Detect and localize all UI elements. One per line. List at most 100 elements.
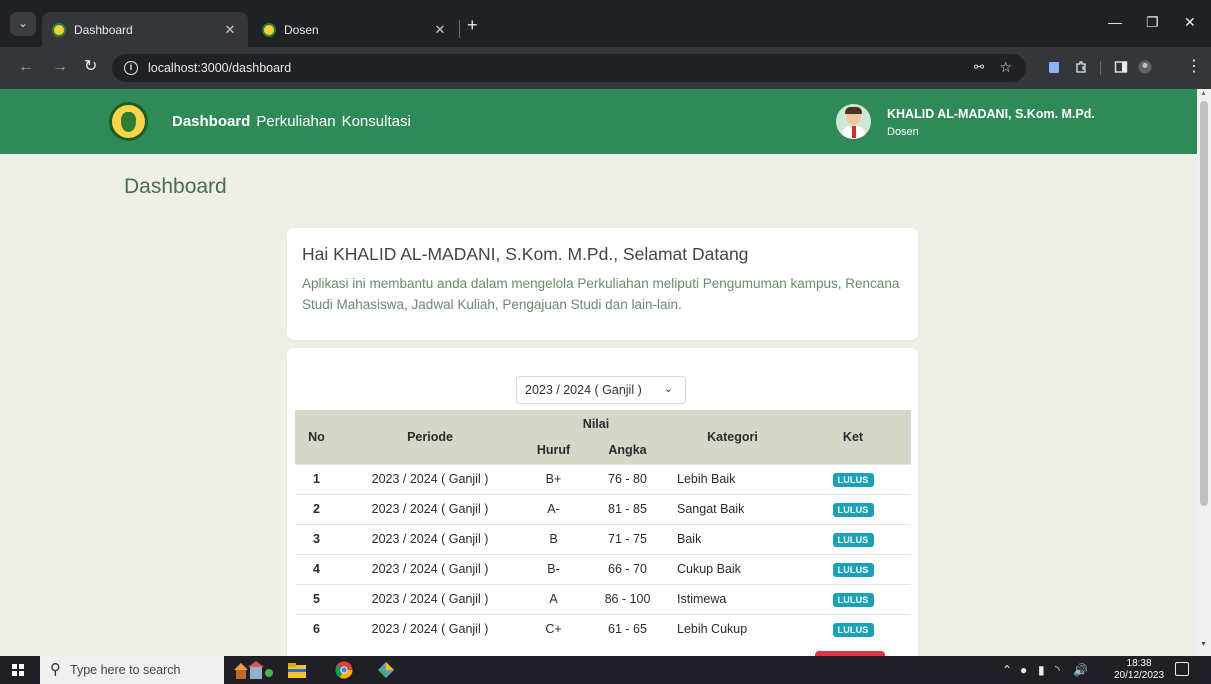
table-row: 6 2023 / 2024 ( Ganjil ) C+ 61 - 65 Lebi… xyxy=(295,613,911,644)
nav-konsultasi[interactable]: Konsultasi xyxy=(342,113,411,130)
bookmark-star-icon[interactable]: ☆ xyxy=(999,59,1012,76)
weather-widget-icon[interactable] xyxy=(232,661,274,679)
header-periode: Periode xyxy=(338,410,522,464)
favicon-icon xyxy=(262,22,276,37)
avatar-hair xyxy=(845,107,862,114)
cell-huruf: C+ xyxy=(522,613,585,644)
user-name[interactable]: KHALID AL-MADANI, S.Kom. M.Pd. xyxy=(887,107,1095,121)
forward-icon[interactable]: → xyxy=(52,59,68,75)
grades-table: No Periode Nilai Kategori Ket Huruf Angk… xyxy=(295,410,911,644)
favicon-icon xyxy=(52,22,66,37)
minimize-icon[interactable]: — xyxy=(1108,14,1122,30)
taskbar: ⚲ Type here to search ⌃ ● ▮ ◝ 🔊 18:38 20… xyxy=(0,656,1211,684)
site-info-icon[interactable]: i xyxy=(124,61,138,75)
tab-search-button[interactable]: ⌄ xyxy=(10,12,36,36)
header-ket: Ket xyxy=(795,410,911,464)
page-title: Dashboard xyxy=(124,175,227,198)
clock-date: 20/12/2023 xyxy=(1114,670,1165,681)
table-row: 5 2023 / 2024 ( Ganjil ) A 86 - 100 Isti… xyxy=(295,583,911,614)
close-icon[interactable]: ✕ xyxy=(222,22,238,38)
cell-no: 5 xyxy=(295,583,338,614)
scroll-up-icon[interactable]: ▲ xyxy=(1200,90,1207,97)
cell-ket: LULUS xyxy=(795,583,911,614)
tray-overflow-icon[interactable]: ⌃ xyxy=(1002,663,1012,677)
system-clock[interactable]: 18:38 20/12/2023 xyxy=(1114,658,1164,682)
chevron-down-icon: ⌄ xyxy=(663,383,673,395)
cell-periode: 2023 / 2024 ( Ganjil ) xyxy=(338,613,522,644)
notification-icon[interactable] xyxy=(1175,662,1189,676)
chrome-icon[interactable] xyxy=(334,661,354,679)
tab-dosen[interactable]: Dosen ✕ xyxy=(252,12,458,47)
table-row: 4 2023 / 2024 ( Ganjil ) B- 66 - 70 Cuku… xyxy=(295,553,911,584)
volume-icon[interactable]: 🔊 xyxy=(1073,663,1088,677)
search-placeholder: Type here to search xyxy=(70,663,181,677)
cell-periode: 2023 / 2024 ( Ganjil ) xyxy=(338,523,522,554)
cell-ket: LULUS xyxy=(795,523,911,554)
clock-time: 18:38 xyxy=(1126,658,1152,669)
dev-tool-icon[interactable] xyxy=(376,661,396,679)
tab-dashboard[interactable]: Dashboard ✕ xyxy=(42,12,248,47)
url-text: localhost:3000/dashboard xyxy=(148,61,292,75)
page-scrollbar[interactable]: ▲ ▼ xyxy=(1197,89,1211,656)
university-logo[interactable] xyxy=(109,102,148,141)
cell-kategori: Lebih Baik xyxy=(670,463,795,494)
welcome-card: Hai KHALID AL-MADANI, S.Kom. M.Pd., Sela… xyxy=(287,228,918,340)
new-tab-button[interactable]: + xyxy=(467,16,478,34)
cell-huruf: A- xyxy=(522,493,585,524)
wifi-icon[interactable]: ◝ xyxy=(1055,663,1060,677)
puzzle-icon[interactable] xyxy=(1074,60,1088,74)
cell-kategori: Sangat Baik xyxy=(670,493,795,524)
user-role: Dosen xyxy=(887,126,919,138)
cell-no: 1 xyxy=(295,463,338,494)
password-key-icon[interactable]: ⚯ xyxy=(974,60,984,74)
nav-dashboard[interactable]: Dashboard xyxy=(172,113,250,130)
cell-angka: 81 - 85 xyxy=(585,493,670,524)
status-badge: LULUS xyxy=(832,562,874,577)
back-icon[interactable]: ← xyxy=(18,59,34,75)
cell-angka: 61 - 65 xyxy=(585,613,670,644)
cell-periode: 2023 / 2024 ( Ganjil ) xyxy=(338,583,522,614)
more-menu-icon[interactable]: ⋮ xyxy=(1186,59,1202,75)
windows-start-icon[interactable] xyxy=(12,664,24,676)
battery-icon[interactable]: ▮ xyxy=(1038,663,1045,677)
cell-huruf: B- xyxy=(522,553,585,584)
close-icon[interactable]: ✕ xyxy=(432,22,448,38)
header-nilai: Nilai xyxy=(522,410,670,437)
nav-perkuliahan[interactable]: Perkuliahan xyxy=(256,113,335,130)
status-badge: LULUS xyxy=(832,472,874,487)
tray-app-icon[interactable]: ● xyxy=(1020,663,1027,677)
cell-no: 3 xyxy=(295,523,338,554)
header-kategori: Kategori xyxy=(670,410,795,464)
header-huruf: Huruf xyxy=(522,437,585,464)
cell-huruf: B+ xyxy=(522,463,585,494)
tab-title: Dashboard xyxy=(74,22,133,37)
cell-ket: LULUS xyxy=(795,463,911,494)
toolbar-divider xyxy=(1100,61,1101,75)
cell-periode: 2023 / 2024 ( Ganjil ) xyxy=(338,493,522,524)
search-icon: ⚲ xyxy=(50,661,61,678)
file-explorer-icon[interactable] xyxy=(287,661,307,679)
browser-toolbar: ← → ↻ i localhost:3000/dashboard ⚯ ☆ ⋮ xyxy=(0,47,1211,89)
cell-ket: LULUS xyxy=(795,613,911,644)
period-select[interactable]: 2023 / 2024 ( Ganjil ) ⌄ xyxy=(516,376,686,404)
address-bar[interactable]: i localhost:3000/dashboard ⚯ ☆ xyxy=(112,54,1026,82)
cell-kategori: Cukup Baik xyxy=(670,553,795,584)
profile-avatar-icon[interactable] xyxy=(1138,60,1152,74)
extension-icon[interactable] xyxy=(1047,60,1061,74)
window-close-icon[interactable]: ✕ xyxy=(1184,14,1196,31)
scrollbar-thumb[interactable] xyxy=(1200,101,1208,506)
side-panel-icon[interactable] xyxy=(1114,60,1128,74)
browser-tabstrip: ⌄ Dashboard ✕ Dosen ✕ + — ❐ ✕ xyxy=(0,0,1211,47)
scroll-down-icon[interactable]: ▼ xyxy=(1200,641,1207,648)
reload-icon[interactable]: ↻ xyxy=(84,59,97,75)
welcome-title: Hai KHALID AL-MADANI, S.Kom. M.Pd., Sela… xyxy=(302,244,749,264)
cell-no: 2 xyxy=(295,493,338,524)
avatar-tie xyxy=(852,126,856,138)
taskbar-search-input[interactable]: ⚲ Type here to search xyxy=(40,656,224,684)
cell-angka: 66 - 70 xyxy=(585,553,670,584)
user-avatar[interactable] xyxy=(836,104,871,139)
welcome-text: Aplikasi ini membantu anda dalam mengelo… xyxy=(302,276,900,312)
restore-icon[interactable]: ❐ xyxy=(1146,14,1159,31)
cell-periode: 2023 / 2024 ( Ganjil ) xyxy=(338,463,522,494)
cell-angka: 71 - 75 xyxy=(585,523,670,554)
